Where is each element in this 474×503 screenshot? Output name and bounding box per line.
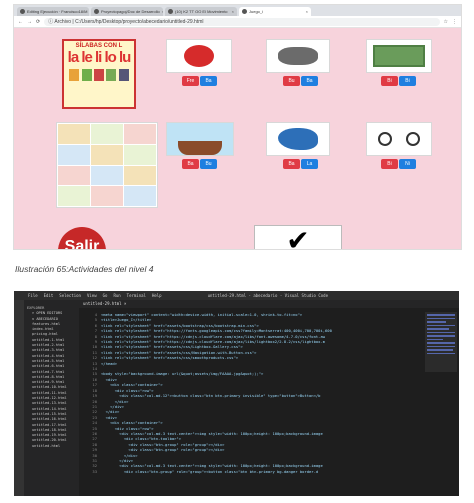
- code-text: <div class="col-md-12"><button class="bt…: [101, 393, 321, 399]
- code-line: 33 <div class="btn-group" role="group"><…: [79, 469, 419, 474]
- menu-item[interactable]: Edit: [44, 291, 54, 300]
- reload-icon[interactable]: ⟳: [36, 19, 40, 25]
- tab-favicon-icon: [242, 9, 247, 14]
- menu-item[interactable]: File: [28, 291, 38, 300]
- menu-item[interactable]: Run: [113, 291, 120, 300]
- forward-icon[interactable]: →: [27, 19, 32, 25]
- code-text: <link rel="stylesheet" href="assets/css/…: [101, 344, 243, 350]
- minimap: [425, 312, 457, 372]
- browser-tab[interactable]: Proyectopagoj/Doc de Desarrollo×: [91, 7, 163, 16]
- bike-image-card: [366, 122, 432, 156]
- code-text: </div>: [101, 403, 124, 409]
- syllable-banner: SÍLABAS CON L la le li lo lu: [62, 39, 136, 109]
- code-text: <meta name="viewport" content="width=dev…: [101, 312, 303, 317]
- card2-button-2[interactable]: Ba: [301, 76, 318, 86]
- card6-button-2[interactable]: Ni: [399, 159, 416, 169]
- code-text: </div>: [101, 452, 138, 458]
- menu-item[interactable]: Terminal: [127, 291, 146, 300]
- card3-button-2[interactable]: Bi: [399, 76, 416, 86]
- tab-label: Proyectopagoj/Doc de Desarrollo: [101, 9, 160, 14]
- star-icon[interactable]: ☆: [444, 19, 448, 25]
- tab-favicon-icon: [20, 9, 25, 14]
- tab-favicon-icon: [168, 9, 173, 14]
- menu-item[interactable]: Selection: [59, 291, 81, 300]
- address-bar: ← → ⟳ ⓘ Archivo | C:/Users/hp/Desktop/pr…: [14, 16, 461, 28]
- code-text: </div>: [101, 398, 129, 404]
- code-text: <div class="row">: [101, 425, 154, 431]
- tab-favicon-icon: [94, 9, 99, 14]
- banner-images: [68, 69, 130, 81]
- editor-area: untitled-29.html × 4 <meta name="viewport…: [79, 300, 459, 496]
- card2-button-1[interactable]: Bu: [283, 76, 300, 86]
- explorer-sidebar: EXPLORER > OPEN EDITORS v ABECEDARIO featu…: [24, 300, 79, 496]
- code-text: <link rel="stylesheet" href="https://fon…: [101, 328, 332, 334]
- code-text: <div class="btn-group" role="group"></di…: [101, 447, 225, 453]
- code-text: <div class="btn-group" role="group"><but…: [101, 468, 319, 474]
- banner-letters: la le li lo lu: [67, 49, 132, 66]
- whale-image-card: [266, 122, 330, 156]
- card3-button-1[interactable]: Bi: [381, 76, 398, 86]
- tab-label: (10) K2 TT OO El Movimiento: [175, 9, 228, 14]
- card5-button-2[interactable]: La: [301, 159, 318, 169]
- code-text: </div>: [101, 457, 134, 463]
- code-text: <link rel="stylesheet" href="https://cdn…: [101, 333, 326, 339]
- code-text: </div>: [101, 409, 120, 415]
- close-icon[interactable]: ×: [232, 7, 234, 16]
- code-text: <div class="container">: [101, 420, 163, 426]
- card4-button-2[interactable]: Bu: [200, 159, 217, 169]
- vscode-screenshot: File Edit Selection View Go Run Terminal Help un…: [14, 291, 459, 496]
- code-text: <link rel="stylesheet" href="assets/css/…: [101, 349, 257, 355]
- close-icon[interactable]: ×: [162, 7, 163, 16]
- check-button[interactable]: ✔: [254, 225, 342, 249]
- donkey-image-card: [266, 39, 330, 73]
- exit-button[interactable]: Salir: [58, 227, 106, 249]
- card5-button-1[interactable]: Ba: [283, 159, 300, 169]
- code-text: <div class="btn-group" role="group"></di…: [101, 441, 225, 447]
- code-text: <body style="background-image: url(&quot…: [101, 371, 264, 377]
- code-text: <div class="col-md-3 text-center"><img s…: [101, 430, 323, 436]
- tab-label: Juego_i: [249, 9, 264, 14]
- browser-tab[interactable]: Juego_i ×: [239, 7, 311, 16]
- url-field[interactable]: ⓘ Archivo | C:/Users/hp/Desktop/proyecto…: [44, 17, 440, 26]
- menu-icon[interactable]: ⋮: [452, 19, 457, 25]
- menu-item[interactable]: Help: [152, 291, 162, 300]
- menu-item[interactable]: View: [87, 291, 97, 300]
- window-title: untitled-29.html - abecedario - Visual S…: [207, 293, 328, 298]
- browser-tab[interactable]: Editing Ejecución · Francisco18/M×: [17, 7, 89, 16]
- activity-bar: [14, 300, 24, 496]
- tab-label: Editing Ejecución · Francisco18/M: [27, 9, 88, 14]
- code-text: <link rel="stylesheet" href="assets/boot…: [101, 322, 259, 328]
- card1-button-2[interactable]: Ba: [200, 76, 217, 86]
- code-text: <div class="row">: [101, 387, 154, 393]
- code-text: <link rel="stylesheet" href="https://cdn…: [101, 339, 326, 345]
- figure-caption: Ilustración 65:Actividades del nivel 4: [15, 264, 154, 274]
- code-view: 4 <meta name="viewport" content="width=de…: [79, 312, 419, 474]
- card6-button-1[interactable]: Bi: [381, 159, 398, 169]
- browser-screenshot: Editing Ejecución · Francisco18/M×Proyec…: [13, 4, 462, 250]
- back-icon[interactable]: ←: [18, 19, 23, 25]
- browser-tab-strip: Editing Ejecución · Francisco18/M×Proyec…: [14, 5, 461, 16]
- tomato-image-card: [166, 39, 232, 73]
- vscode-menu-bar: File Edit Selection View Go Run Terminal Help un…: [14, 291, 459, 300]
- editor-tab[interactable]: untitled-29.html ×: [79, 300, 459, 308]
- code-text: <div>: [101, 376, 118, 382]
- ship-image-card: [166, 122, 234, 156]
- bill-image-card: [366, 39, 432, 73]
- code-text: </head>: [101, 360, 118, 366]
- word-chart-image: [56, 122, 158, 208]
- browser-tab[interactable]: (10) K2 TT OO El Movimiento ×: [165, 7, 237, 16]
- close-icon[interactable]: ×: [306, 7, 308, 16]
- code-text: <div class="container">: [101, 382, 163, 388]
- code-text: <link rel="stylesheet" href="assets/css/…: [101, 355, 239, 361]
- code-text: <div class="col-md-3 text-center"><img s…: [101, 463, 323, 469]
- explorer-file-item[interactable]: untitled.html: [24, 444, 79, 449]
- card1-button-1[interactable]: Fre: [182, 76, 199, 86]
- code-text: <div>: [101, 414, 118, 420]
- code-text: <div class="btn-toolbar">: [101, 436, 182, 442]
- line-number: 33: [92, 468, 97, 474]
- card4-button-1[interactable]: Ba: [182, 159, 199, 169]
- code-text: <title>Juego_I</title>: [101, 317, 152, 323]
- menu-item[interactable]: Go: [103, 291, 108, 300]
